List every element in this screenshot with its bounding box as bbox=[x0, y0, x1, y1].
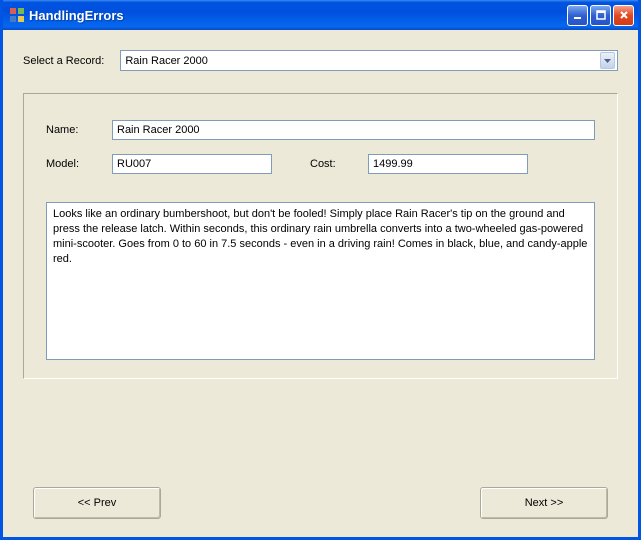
name-row: Name: bbox=[46, 120, 595, 140]
name-label: Name: bbox=[46, 124, 102, 136]
window-frame: HandlingErrors Select a Record: Rain Rac… bbox=[0, 0, 641, 540]
spacer bbox=[23, 379, 618, 473]
cost-label: Cost: bbox=[310, 158, 358, 170]
client-area: Select a Record: Rain Racer 2000 Name: M… bbox=[3, 30, 638, 537]
description-textarea[interactable] bbox=[46, 202, 595, 360]
chevron-down-icon bbox=[600, 52, 615, 69]
model-input[interactable] bbox=[112, 154, 272, 174]
maximize-button[interactable] bbox=[590, 5, 611, 26]
model-cost-row: Model: Cost: bbox=[46, 154, 595, 174]
titlebar-buttons bbox=[567, 5, 634, 26]
record-selector-row: Select a Record: Rain Racer 2000 bbox=[23, 50, 618, 71]
minimize-button[interactable] bbox=[567, 5, 588, 26]
nav-button-row: << Prev Next >> bbox=[23, 487, 618, 519]
prev-button[interactable]: << Prev bbox=[33, 487, 161, 519]
next-button[interactable]: Next >> bbox=[480, 487, 608, 519]
model-label: Model: bbox=[46, 158, 102, 170]
cost-input[interactable] bbox=[368, 154, 528, 174]
details-panel: Name: Model: Cost: bbox=[23, 93, 618, 379]
close-button[interactable] bbox=[613, 5, 634, 26]
select-record-label: Select a Record: bbox=[23, 55, 104, 67]
app-icon bbox=[9, 7, 25, 23]
window-title: HandlingErrors bbox=[29, 8, 567, 23]
name-input[interactable] bbox=[112, 120, 595, 140]
record-combobox[interactable]: Rain Racer 2000 bbox=[120, 50, 618, 71]
record-combobox-value: Rain Racer 2000 bbox=[125, 55, 600, 67]
titlebar: HandlingErrors bbox=[3, 0, 638, 30]
